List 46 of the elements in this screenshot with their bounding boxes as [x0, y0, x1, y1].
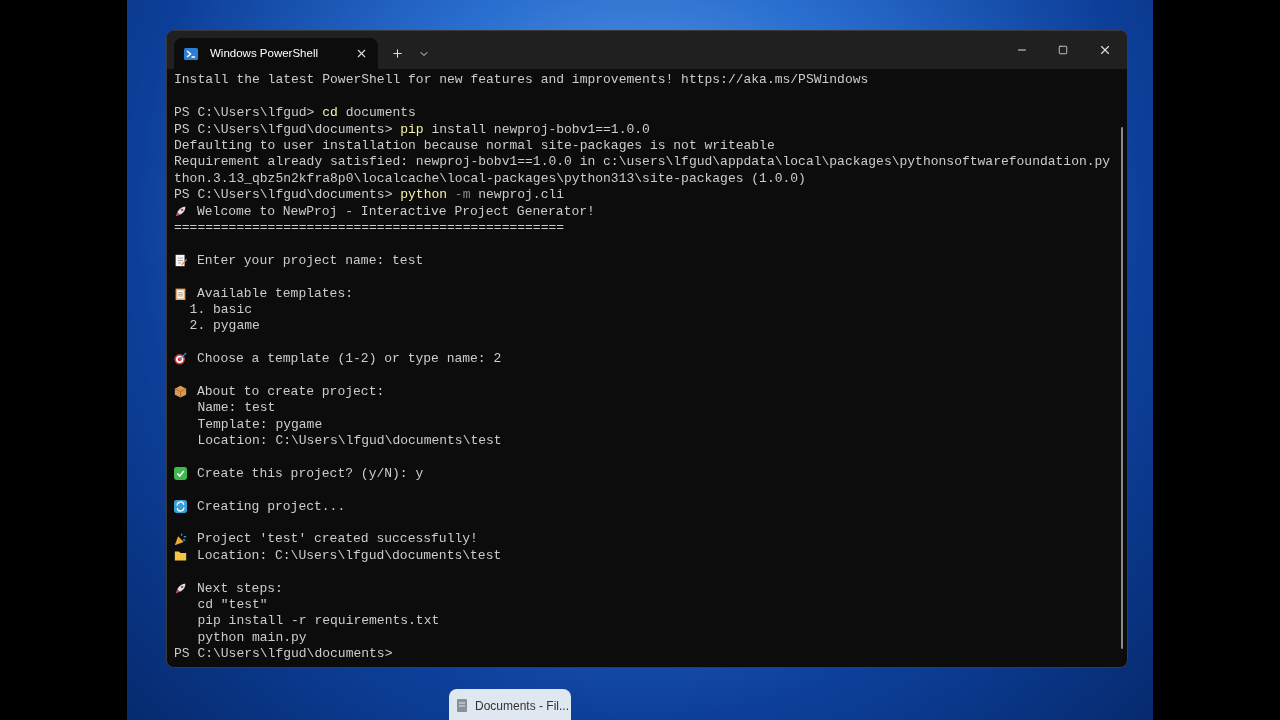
rocket-icon — [174, 581, 187, 595]
rocket-icon — [174, 204, 187, 218]
output-line: Enter your project name: test — [197, 251, 424, 270]
output-line: Creating project... — [197, 497, 346, 516]
output-line: python main.py — [196, 629, 308, 646]
scrollbar[interactable] — [1121, 127, 1123, 649]
output-line: Name: test — [196, 399, 277, 417]
new-tab-icon[interactable] — [391, 47, 404, 60]
output-line: Project 'test' created successfully! — [197, 530, 478, 549]
output-line: Choose a template (1-2) or type name: 2 — [197, 350, 502, 369]
clipboard-icon — [174, 286, 187, 300]
output-line: Available templates: — [197, 284, 354, 303]
output-line: Requirement already satisfied: newproj-bobv1==1.0.0 in c:\users\lfgud\appdata\local\packages\pythonsoftwarefoundation.py — [174, 153, 1112, 171]
powershell-icon — [184, 47, 198, 60]
prompt-line: PS C:\Users\lfgud\documents> — [174, 645, 394, 663]
refresh-icon — [174, 499, 187, 513]
output-line: 1. basic — [188, 301, 253, 318]
terminal-tab[interactable]: Windows PowerShell — [174, 38, 378, 69]
check-icon — [174, 467, 187, 481]
output-line: Defaulting to user installation because normal site-packages is not writeable — [174, 137, 776, 154]
package-icon — [174, 385, 187, 399]
folder-icon — [174, 549, 187, 562]
prompt-line: PS C:\Users\lfgud> cd documents — [174, 104, 417, 122]
output-line: 2. pygame — [188, 317, 261, 335]
taskbar-preview[interactable]: Documents - Fil... — [449, 689, 571, 720]
document-icon — [457, 699, 467, 712]
maximize-icon[interactable] — [1058, 45, 1068, 55]
output-line: ================================================== — [174, 219, 566, 236]
output-line: Template: pygame — [196, 416, 324, 433]
output-line: Location: C:\Users\lfgud\documents\test — [197, 546, 502, 565]
output-line: Install the latest PowerShell for new features and improvements! https://aka.ms/PSWindows — [174, 72, 870, 89]
close-tab-icon[interactable] — [355, 47, 368, 60]
close-icon[interactable] — [1098, 43, 1112, 57]
output-line: pip install -r requirements.txt — [196, 612, 441, 630]
output-line: Welcome to NewProj - Interactive Project Generator! — [197, 202, 595, 221]
output-line: Create this project? (y/N): y — [197, 464, 424, 483]
output-line: About to create project: — [197, 382, 385, 401]
output-line: Next steps: — [197, 579, 283, 598]
output-line: cd "test" — [196, 596, 269, 613]
prompt-line: PS C:\Users\lfgud\documents> pip install newproj-bobv1==1.0.0 — [174, 121, 651, 138]
target-icon — [174, 352, 187, 366]
output-line: Location: C:\Users\lfgud\documents\test — [196, 432, 503, 449]
prompt-line: PS C:\Users\lfgud\documents> python -m newproj.cli — [174, 186, 566, 204]
output-line: thon.3.13_qbz5n2kfra8p0\localcache\local-packages\python313\site-packages (1.0.0) — [174, 170, 807, 187]
memo-icon — [174, 254, 187, 267]
party-popper-icon — [174, 532, 187, 546]
